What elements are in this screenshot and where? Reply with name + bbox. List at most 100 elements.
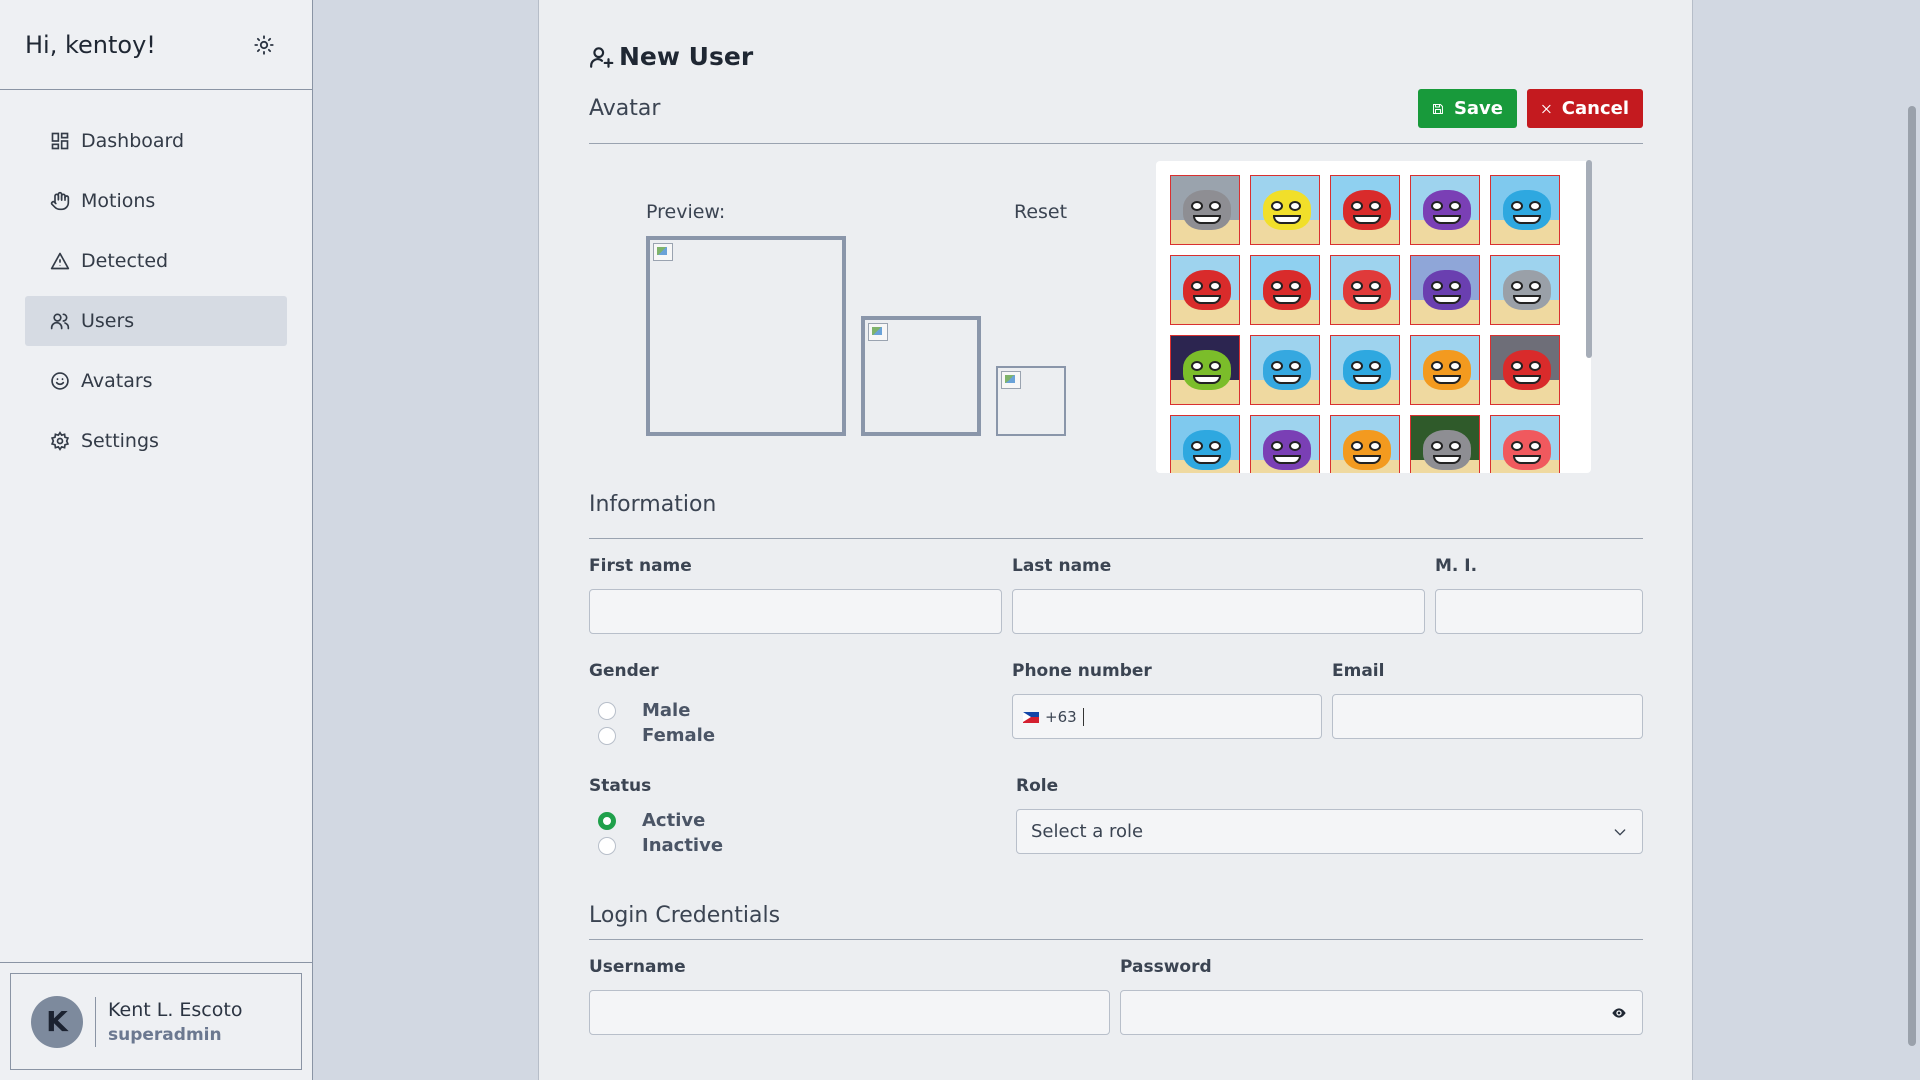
preview-label: Preview: [646, 201, 726, 223]
radio-circle [598, 726, 616, 745]
sidebar-item-detected[interactable]: Detected [25, 236, 287, 286]
close-icon [1542, 104, 1551, 113]
sidebar-item-avatars[interactable]: Avatars [25, 356, 287, 406]
avatar-option[interactable] [1490, 415, 1560, 473]
avatar-option[interactable] [1410, 255, 1480, 325]
avatar-option[interactable] [1330, 255, 1400, 325]
status-active-radio[interactable]: Active [598, 810, 705, 831]
page-title-text: New User [619, 42, 754, 71]
radio-circle [598, 836, 616, 855]
avatar-option[interactable] [1330, 175, 1400, 245]
information-section-title: Information [589, 492, 717, 517]
sidebar-item-label: Motions [81, 190, 156, 212]
role-select[interactable]: Select a role [1016, 809, 1643, 854]
sidebar-item-label: Dashboard [81, 130, 185, 152]
last-name-label: Last name [1012, 556, 1112, 576]
avatar-option[interactable] [1410, 175, 1480, 245]
phone-field[interactable]: +63 [1012, 694, 1322, 739]
role-label: Role [1016, 776, 1059, 796]
middle-initial-label: M. I. [1435, 556, 1478, 576]
save-icon [1432, 103, 1443, 114]
status-label: Status [589, 776, 652, 796]
reset-button[interactable]: Reset [1014, 201, 1067, 223]
cancel-label: Cancel [1561, 98, 1629, 119]
avatar-picker-scrollbar[interactable] [1586, 160, 1592, 358]
login-section-title: Login Credentials [589, 903, 781, 928]
save-button[interactable]: Save [1418, 89, 1517, 128]
phone-country-code: +63 [1045, 708, 1077, 726]
divider [589, 538, 1643, 539]
chevron-down-icon [1614, 828, 1626, 836]
sidebar-header: Hi, kentoy! [0, 0, 312, 90]
sun-icon[interactable] [250, 31, 278, 59]
radio-label: Active [642, 810, 706, 831]
sidebar-item-users[interactable]: Users [25, 296, 287, 346]
philippines-flag-icon [1023, 711, 1039, 723]
sidebar-nav: Dashboard Motions Detected Users Avatars [0, 90, 312, 466]
sidebar-item-dashboard[interactable]: Dashboard [25, 116, 287, 166]
user-name: Kent L. Escoto [108, 998, 243, 1021]
avatar-option[interactable] [1490, 175, 1560, 245]
avatar-option[interactable] [1170, 255, 1240, 325]
avatar-option[interactable] [1170, 415, 1240, 473]
hand-icon [49, 190, 71, 212]
divider [589, 939, 1643, 940]
username-field[interactable] [589, 990, 1110, 1035]
avatar-option[interactable] [1250, 415, 1320, 473]
sidebar-item-label: Users [81, 310, 135, 332]
sidebar-item-motions[interactable]: Motions [25, 176, 287, 226]
save-label: Save [1453, 98, 1503, 119]
smile-icon [49, 370, 71, 392]
email-field[interactable] [1332, 694, 1643, 739]
cancel-button[interactable]: Cancel [1527, 89, 1643, 128]
first-name-label: First name [589, 556, 692, 576]
avatar-option[interactable] [1490, 255, 1560, 325]
broken-image-icon [1001, 371, 1021, 389]
email-label: Email [1332, 661, 1385, 681]
username-label: Username [589, 957, 686, 977]
sidebar-item-settings[interactable]: Settings [25, 416, 287, 466]
users-icon [49, 310, 71, 332]
avatar-option[interactable] [1250, 175, 1320, 245]
status-inactive-radio[interactable]: Inactive [598, 835, 723, 856]
avatar-option[interactable] [1410, 415, 1480, 473]
broken-image-icon [868, 323, 888, 341]
avatar-option[interactable] [1410, 335, 1480, 405]
warning-icon [49, 250, 71, 272]
role-select-value: Select a role [1031, 821, 1144, 842]
eye-icon[interactable] [1610, 1005, 1628, 1025]
user-role: superadmin [108, 1024, 222, 1045]
avatar-option[interactable] [1250, 335, 1320, 405]
avatar-preview-large [646, 236, 846, 436]
password-field[interactable] [1120, 990, 1643, 1035]
page-scrollbar[interactable] [1908, 106, 1916, 1046]
gender-label: Gender [589, 661, 659, 681]
avatar-grid [1170, 175, 1560, 473]
avatar-option[interactable] [1330, 415, 1400, 473]
avatar-option[interactable] [1490, 335, 1560, 405]
sidebar-item-label: Avatars [81, 370, 153, 392]
greeting: Hi, kentoy! [25, 30, 156, 59]
divider [95, 996, 96, 1047]
avatar-picker[interactable] [1156, 161, 1591, 473]
avatar-section-title: Avatar [589, 96, 661, 121]
avatar: K [31, 995, 83, 1048]
radio-circle-checked [598, 811, 616, 830]
last-name-field[interactable] [1012, 589, 1425, 634]
broken-image-icon [653, 243, 673, 261]
avatar-option[interactable] [1170, 335, 1240, 405]
user-plus-icon [590, 46, 614, 68]
gender-male-radio[interactable]: Male [598, 700, 690, 721]
gender-female-radio[interactable]: Female [598, 725, 715, 746]
first-name-field[interactable] [589, 589, 1002, 634]
avatar-option[interactable] [1170, 175, 1240, 245]
new-user-panel: New User Avatar Save Cancel Preview: Res… [538, 0, 1693, 1080]
middle-initial-field[interactable] [1435, 589, 1643, 634]
user-card[interactable]: K Kent L. Escoto superadmin [10, 973, 302, 1070]
radio-circle [598, 701, 616, 720]
avatar-option[interactable] [1250, 255, 1320, 325]
avatar-preview-small [996, 366, 1066, 436]
text-caret [1082, 708, 1084, 726]
sidebar: Hi, kentoy! Dashboard Motions Detected U… [0, 0, 313, 1080]
avatar-option[interactable] [1330, 335, 1400, 405]
